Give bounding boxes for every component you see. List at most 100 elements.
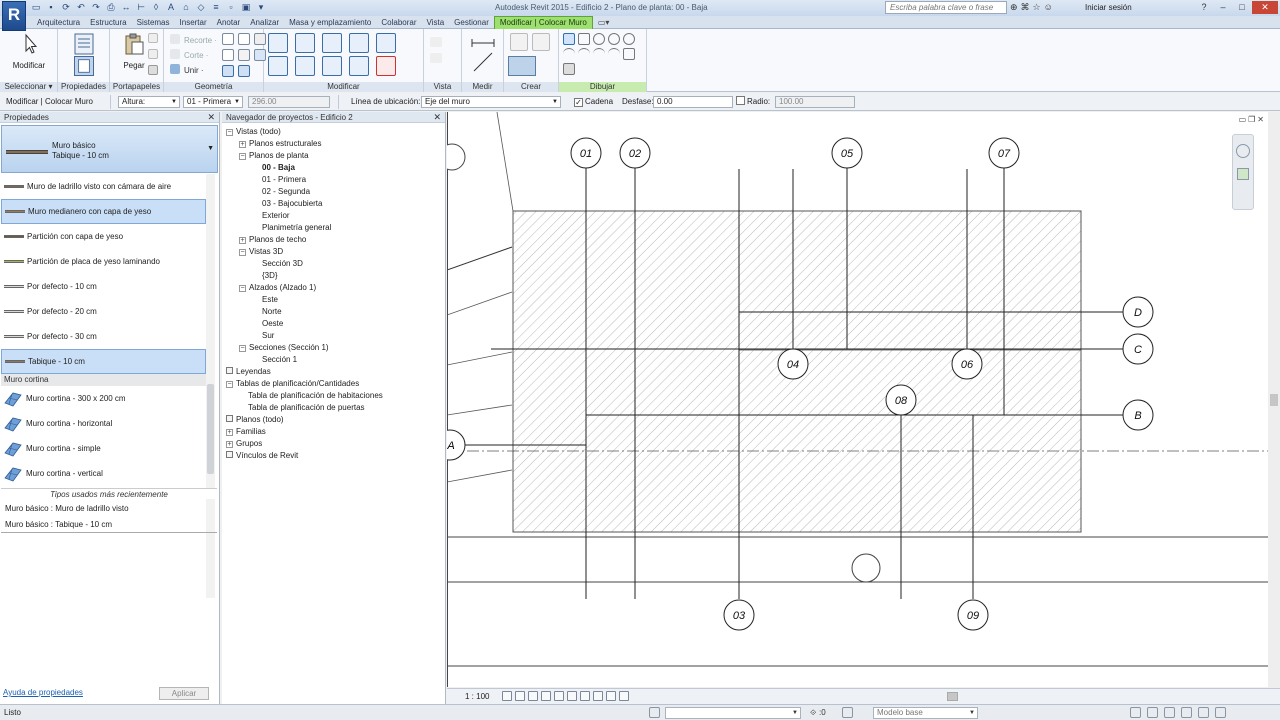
qat-dropdown-icon[interactable]: ▾ [255, 2, 267, 13]
recent-type-item[interactable]: Muro básico : Tabique - 10 cm [5, 520, 112, 529]
ribbon-minimize-icon[interactable]: ▭▾ [598, 16, 610, 29]
move-icon[interactable] [268, 56, 288, 76]
navigation-bar[interactable] [1232, 134, 1254, 210]
expand-icon[interactable]: + [226, 429, 233, 436]
tree-node[interactable]: Este [253, 294, 278, 306]
curtain-wall-type-item[interactable]: Muro cortina - 300 x 200 cm [1, 386, 206, 411]
steering-wheel-icon[interactable] [1236, 144, 1250, 158]
close-icon[interactable]: ✕ [207, 112, 215, 123]
location-line-select[interactable]: Eje del muro ▼ [421, 96, 561, 108]
group-icon[interactable] [510, 33, 528, 51]
fillet-arc-icon[interactable] [608, 48, 620, 60]
modify-button[interactable]: Modificar [7, 32, 51, 78]
wall-type-item[interactable]: Por defecto - 30 cm [1, 324, 206, 349]
ribbon-tab[interactable]: Insertar [175, 16, 212, 29]
tree-node[interactable]: + Grupos [226, 438, 262, 450]
tree-node[interactable]: Planos (todo) [226, 414, 284, 426]
help-icon[interactable]: ? [1195, 1, 1213, 14]
restore-view-icon[interactable]: ❐ [1248, 115, 1255, 124]
detail-level-icon[interactable] [502, 691, 512, 701]
zoom-icon[interactable] [1237, 168, 1249, 180]
wall-type-item[interactable]: Por defecto - 20 cm [1, 299, 206, 324]
measure-tool[interactable] [470, 35, 496, 77]
copy-modify-icon[interactable] [295, 56, 315, 76]
tree-node[interactable]: Tabla de planificación de habitaciones [239, 390, 383, 402]
tree-node[interactable]: Sur [253, 330, 274, 342]
undo-icon[interactable]: ↶ [75, 2, 87, 13]
tree-node[interactable]: Leyendas [226, 366, 271, 378]
canvas-horizontal-scrollbar-thumb[interactable] [947, 692, 958, 701]
floor-plan-drawing[interactable]: 01 02 05 07 04 06 08 03 09 D C B A [447, 112, 1268, 687]
curtain-wall-type-item[interactable]: Muro cortina - horizontal [1, 411, 206, 436]
collapse-icon[interactable]: − [239, 153, 246, 160]
override-icon[interactable] [430, 53, 442, 63]
align-icon[interactable] [268, 33, 288, 53]
switch-windows-icon[interactable]: ▣ [240, 2, 252, 13]
rotate-icon[interactable] [322, 56, 342, 76]
sync-icon[interactable]: ⟳ [60, 2, 72, 13]
apply-button[interactable]: Aplicar [159, 687, 209, 700]
expand-icon[interactable]: + [226, 441, 233, 448]
tree-node[interactable]: Exterior [253, 210, 290, 222]
design-options-icon[interactable] [842, 707, 853, 718]
inscribed-polygon-icon[interactable] [593, 33, 605, 45]
3d-view-icon[interactable]: ⌂ [180, 2, 192, 13]
trim-extend-icon[interactable] [349, 56, 369, 76]
open-icon[interactable]: ▭ [30, 2, 42, 13]
wall-type-item[interactable]: Por defecto - 10 cm [1, 274, 206, 299]
collapse-icon[interactable]: − [239, 345, 246, 352]
tree-node[interactable]: − Secciones (Sección 1) [239, 342, 329, 354]
tree-node[interactable]: Planimetría general [253, 222, 331, 234]
collapse-icon[interactable]: − [239, 249, 246, 256]
ellipse-icon[interactable] [623, 48, 635, 60]
draw-more-icon[interactable] [638, 33, 646, 45]
subscription-icon[interactable]: ⌘ [1021, 2, 1030, 13]
close-icon[interactable]: ✕ [433, 112, 441, 123]
type-properties-button[interactable] [62, 56, 106, 78]
maximize-button[interactable]: □ [1233, 1, 1251, 14]
join-icon[interactable] [170, 64, 180, 74]
wall-type-item[interactable]: Muro de ladrillo visto con cámara de air… [1, 174, 206, 199]
join-geometry-icon[interactable] [222, 33, 234, 45]
filter-icon[interactable] [1215, 707, 1226, 718]
circumscribed-polygon-icon[interactable] [608, 33, 620, 45]
save-icon[interactable]: ▪ [45, 2, 57, 13]
curtain-wall-type-item[interactable]: Muro cortina - simple [1, 436, 206, 461]
offset-icon[interactable] [222, 65, 234, 77]
wall-type-item[interactable]: Tabique - 10 cm [1, 349, 206, 374]
worksets-icon[interactable] [649, 707, 660, 718]
user-icon[interactable]: ☺ [1044, 2, 1053, 13]
workset-select[interactable]: ▼ [665, 707, 801, 719]
line-icon[interactable] [563, 33, 575, 45]
tree-node[interactable]: 00 - Baja [253, 162, 295, 174]
tree-node[interactable]: + Familias [226, 426, 266, 438]
search-input[interactable]: Escriba palabra clave o frase [885, 1, 1007, 14]
mirror-axis-icon[interactable] [322, 33, 342, 53]
section-marker[interactable] [851, 553, 881, 583]
chain-checkbox[interactable]: ✓ Cadena [574, 96, 613, 108]
properties-help-link[interactable]: Ayuda de propiedades [3, 688, 83, 697]
radius-checkbox[interactable]: Radio: [736, 96, 770, 108]
visual-style-icon[interactable] [515, 691, 525, 701]
tree-node[interactable]: − Vistas 3D [239, 246, 283, 258]
draw-more-2-icon[interactable] [638, 48, 646, 60]
shadows-icon[interactable] [541, 691, 551, 701]
radius-input[interactable]: 100.00 [775, 96, 855, 108]
height-mode-select[interactable]: Altura: ▼ [118, 96, 180, 108]
delete-icon[interactable] [376, 56, 396, 76]
mirror-draw-icon[interactable] [349, 33, 369, 53]
sun-path-icon[interactable] [528, 691, 538, 701]
crop-view-icon[interactable] [554, 691, 564, 701]
sign-in-link[interactable]: Iniciar sesión [1085, 3, 1132, 12]
tree-node[interactable]: − Alzados (Alzado 1) [239, 282, 316, 294]
split-icon[interactable] [376, 33, 396, 53]
print-icon[interactable]: ⎙ [105, 2, 117, 13]
drag-elements-icon[interactable] [1198, 707, 1209, 718]
height-value-input[interactable]: 296.00 [248, 96, 330, 108]
ribbon-tab[interactable]: Masa y emplazamiento [284, 16, 376, 29]
select-underlay-icon[interactable] [1147, 707, 1158, 718]
analytical-model-icon[interactable] [606, 691, 616, 701]
tree-node[interactable]: 02 - Segunda [253, 186, 310, 198]
binoculars-icon[interactable]: ⊕ [1010, 2, 1018, 13]
measure-icon[interactable]: ↔ [120, 2, 132, 13]
